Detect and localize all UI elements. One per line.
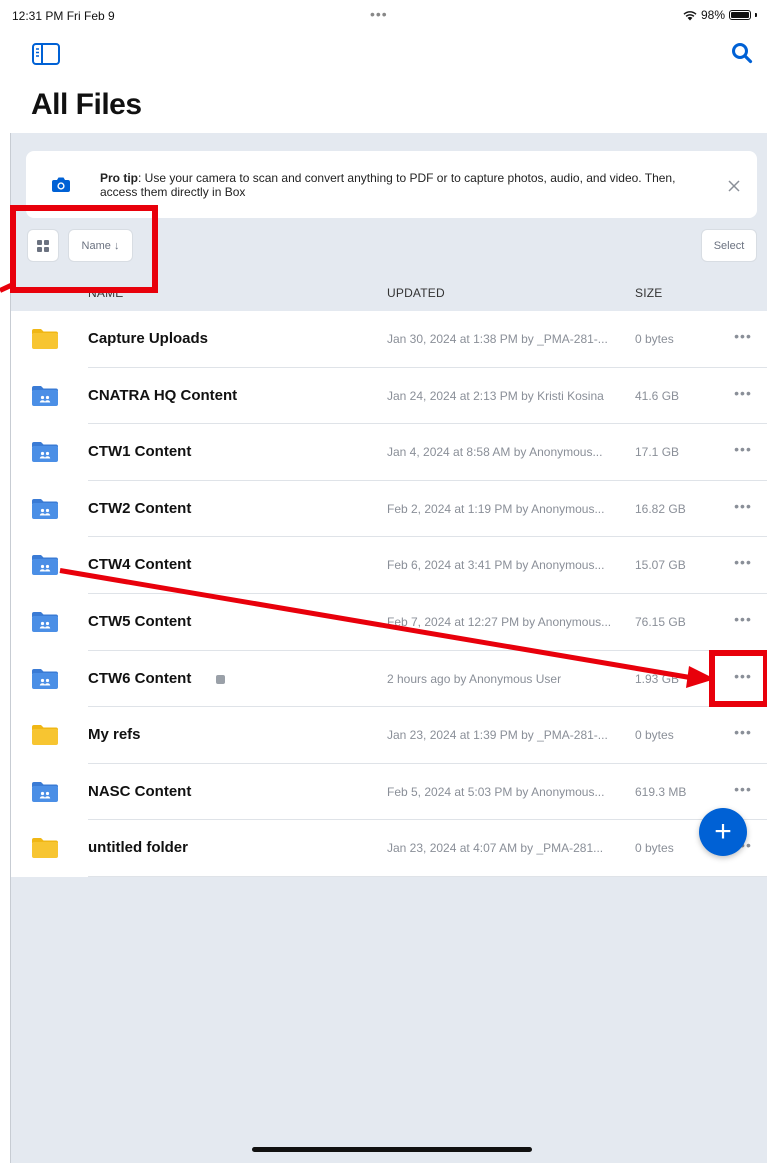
annotation-arrowhead (686, 666, 715, 688)
